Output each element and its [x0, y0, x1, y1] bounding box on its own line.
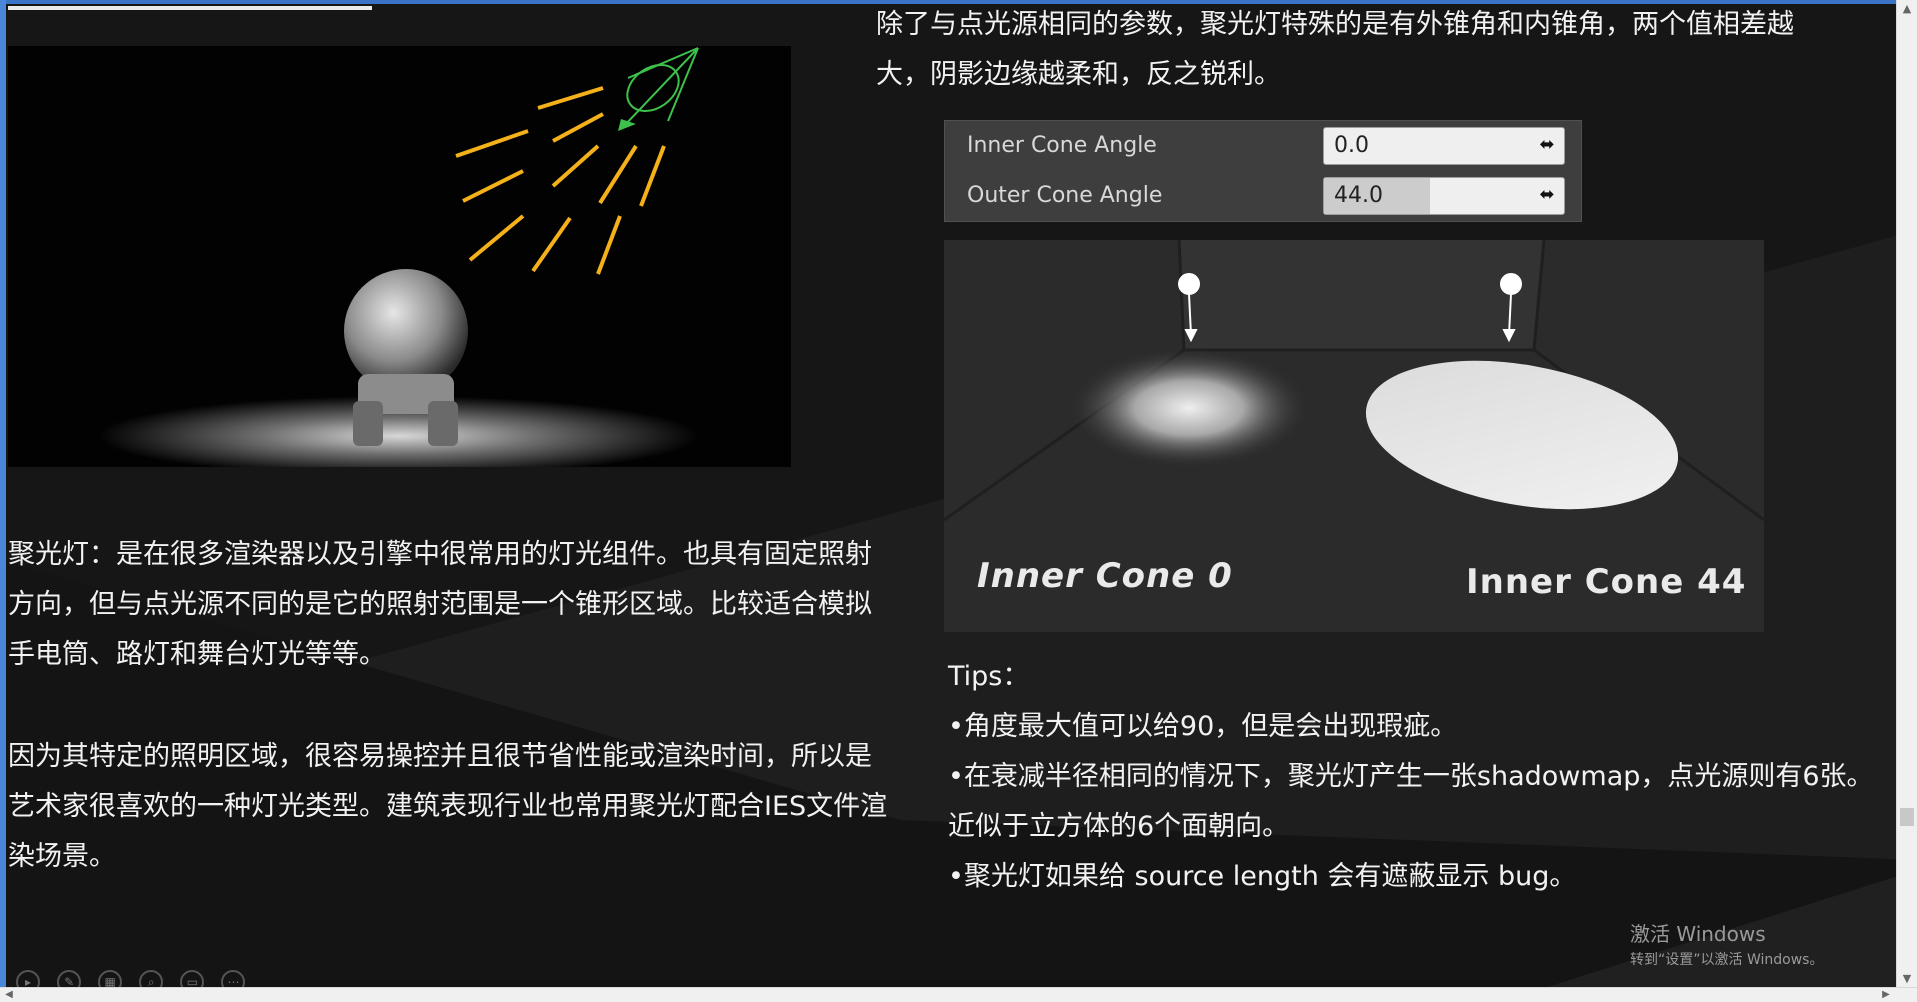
tips-section: Tips： •角度最大值可以给90，但是会出现瑕疵。 •在衰减半径相同的情况下，…	[948, 652, 1908, 902]
inner-cone-0-caption: Inner Cone 0	[977, 556, 1233, 596]
spotlight-description: 聚光灯：是在很多渲染器以及引擎中很常用的灯光组件。也具有固定照射方向，但与点光源…	[8, 539, 872, 670]
window-frame-left	[0, 0, 6, 1002]
watermark-subtitle: 转到“设置”以激活 Windows。	[1630, 952, 1824, 968]
tips-title: Tips：	[948, 661, 1030, 692]
tip-item: •在衰减半径相同的情况下，聚光灯产生一张shadowmap，点光源则有6张。	[948, 761, 1874, 792]
spin-arrows-icon: ⬌	[1539, 184, 1555, 205]
watermark-title: 激活 Windows	[1630, 922, 1766, 946]
scroll-up-icon[interactable]: ▲	[1897, 0, 1917, 18]
outer-cone-angle-label: Outer Cone Angle	[967, 183, 1163, 208]
inner-cone-angle-row: Inner Cone Angle 0.0 ⬌	[945, 121, 1581, 171]
tip-item: 近似于立方体的6个面朝向。	[948, 811, 1290, 842]
cone-angle-intro: 除了与点光源相同的参数，聚光灯特殊的是有外锥角和内锥角，两个值相差越大，阴影边缘…	[876, 9, 1794, 90]
outer-cone-angle-value: 44.0	[1334, 183, 1383, 208]
tip-item: •角度最大值可以给90，但是会出现瑕疵。	[948, 711, 1458, 742]
scroll-down-icon[interactable]: ▼	[1897, 970, 1917, 988]
scroll-left-icon[interactable]: ◀	[2, 988, 16, 1002]
inner-cone-angle-field: 0.0 ⬌	[1323, 127, 1565, 165]
scroll-right-icon[interactable]: ▶	[1879, 988, 1893, 1002]
cone-comparison-render: Inner Cone 0 Inner Cone 44	[944, 240, 1764, 632]
horizontal-scrollbar[interactable]: ◀ ▶	[0, 987, 1917, 1002]
cone-angle-properties-panel: Inner Cone Angle 0.0 ⬌ Outer Cone Angle …	[944, 120, 1582, 222]
spotlight-usage-note: 因为其特定的照明区域，很容易操控并且很节省性能或渲染时间，所以是艺术家很喜欢的一…	[8, 741, 888, 872]
slide-progress-line	[8, 6, 372, 10]
vertical-scrollbar[interactable]: ▲ ▼	[1896, 0, 1917, 988]
vertical-scroll-thumb[interactable]	[1900, 808, 1914, 826]
tip-item: •聚光灯如果给 source length 会有遮蔽显示 bug。	[948, 861, 1577, 892]
windows-activation-watermark: 激活 Windows 转到“设置”以激活 Windows。	[1630, 918, 1823, 969]
outer-cone-angle-row: Outer Cone Angle 44.0 ⬌	[945, 171, 1581, 221]
inner-cone-angle-value: 0.0	[1334, 133, 1369, 158]
inner-cone-44-caption: Inner Cone 44	[1466, 562, 1747, 602]
outer-cone-angle-field: 44.0 ⬌	[1323, 177, 1565, 215]
inner-cone-angle-label: Inner Cone Angle	[967, 133, 1157, 158]
spin-arrows-icon: ⬌	[1539, 134, 1555, 155]
spotlight-illustration	[8, 46, 791, 467]
